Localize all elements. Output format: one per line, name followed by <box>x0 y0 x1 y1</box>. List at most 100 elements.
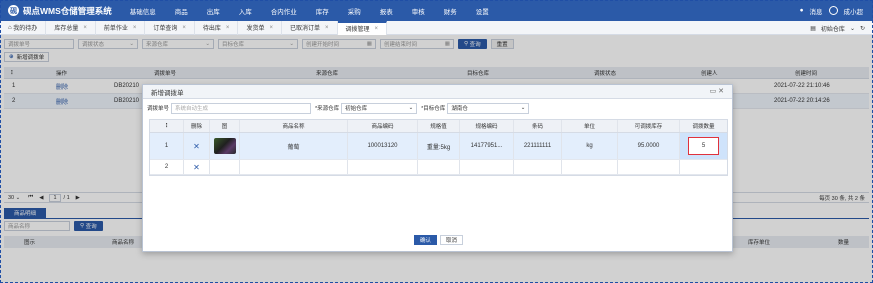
menu-item[interactable]: 合内作业 <box>271 6 297 16</box>
row-number: 1 <box>150 133 184 159</box>
product-name: 葡萄 <box>240 133 348 159</box>
close-icon[interactable]: × <box>226 25 230 31</box>
delete-row-button[interactable]: ✕ <box>184 133 210 159</box>
confirm-button[interactable]: 确认 <box>413 235 437 245</box>
product-code: 100013120 <box>348 133 418 159</box>
close-icon[interactable]: × <box>182 25 186 31</box>
spec-code: 14177951... <box>460 133 514 159</box>
empty-cell <box>562 160 618 174</box>
menu-item[interactable]: 库存 <box>316 6 329 16</box>
close-icon[interactable]: × <box>133 25 137 31</box>
menu-item[interactable]: 财务 <box>444 6 457 16</box>
menu-item[interactable]: 报表 <box>380 6 393 16</box>
dialog-form: 调拨单号 系统自动生成 *来源仓库 初始仓库 ⌄ *目标仓库 湖南仓 ⌄ <box>147 102 533 114</box>
tab-order-query[interactable]: 订单查询 × <box>145 20 195 35</box>
close-icon[interactable]: × <box>83 25 87 31</box>
page-tab-bar: ⌂ 我的待办 库存总量 × 前单作业 × 订单查询 × 待出库 × 发货单 × 已取消订单… <box>0 20 873 35</box>
empty-cell <box>418 160 460 174</box>
top-navigation-bar: 砚 砚点WMS仓储管理系统 基础信息 商品 出库 入库 合内作业 库存 采购 报… <box>0 0 873 21</box>
empty-cell <box>210 160 240 174</box>
column-header: 商品名称 <box>240 120 348 132</box>
tab-transfer-management[interactable]: 调拨管理 × <box>337 20 388 35</box>
tab-label: 我的待办 <box>13 26 38 32</box>
product-image-cell <box>210 133 240 159</box>
barcode: 221111111 <box>514 133 562 159</box>
empty-cell <box>240 160 348 174</box>
transfer-items-table: ⋮ 删除 图 商品名称 商品编码 规格值 规格编码 条码 单位 可调拨库存 调拨… <box>149 119 728 176</box>
selected-value: 初始仓库 <box>345 106 368 112</box>
menu-item[interactable]: 入库 <box>239 6 252 16</box>
message-link[interactable]: 消息 <box>810 6 823 16</box>
column-header: 商品编码 <box>348 120 418 132</box>
menu-item[interactable]: 基础信息 <box>130 6 156 16</box>
tab-pending-outbound[interactable]: 待出库 × <box>195 20 239 35</box>
target-warehouse-select[interactable]: 湖南仓 ⌄ <box>447 102 530 114</box>
column-header: 图 <box>210 120 240 132</box>
transfer-qty-cell[interactable]: 5 <box>680 133 727 159</box>
menu-item[interactable]: 商品 <box>175 6 188 16</box>
dialog-title: 新增调拨单 <box>151 89 184 97</box>
column-header: 规格值 <box>418 120 460 132</box>
close-icon[interactable]: × <box>325 25 329 31</box>
close-icon: ✕ <box>193 141 200 151</box>
app-logo[interactable]: 砚 砚点WMS仓储管理系统 <box>8 5 112 17</box>
tab-front-operations[interactable]: 前单作业 × <box>96 20 146 35</box>
source-warehouse-select[interactable]: 初始仓库 ⌄ <box>341 102 418 114</box>
menu-item[interactable]: 审核 <box>412 6 425 16</box>
logo-icon: 砚 <box>8 5 19 16</box>
warehouse-icon: ▤ <box>810 25 816 32</box>
delete-row-button[interactable]: ✕ <box>184 160 210 174</box>
empty-cell <box>618 160 680 174</box>
close-icon[interactable]: × <box>269 25 273 31</box>
refresh-icon[interactable]: ↻ <box>860 25 865 32</box>
column-menu-icon[interactable]: ⋮ <box>150 120 184 132</box>
transfer-qty-input[interactable]: 5 <box>688 137 719 155</box>
user-name[interactable]: 成小超 <box>844 6 864 16</box>
bell-icon[interactable]: ● <box>800 7 804 14</box>
user-icon[interactable] <box>828 6 838 15</box>
selected-value: 湖南仓 <box>451 106 468 112</box>
empty-cell <box>680 160 727 174</box>
cancel-button[interactable]: 取消 <box>440 235 464 245</box>
main-menu: 基础信息 商品 出库 入库 合内作业 库存 采购 报表 审核 财务 设置 <box>130 6 508 16</box>
transfer-no-field[interactable]: 系统自动生成 <box>171 102 312 114</box>
tab-label: 订单查询 <box>153 26 178 32</box>
close-icon: ✕ <box>193 162 200 172</box>
tab-cancelled-orders[interactable]: 已取消订单 × <box>282 20 338 35</box>
empty-cell <box>348 160 418 174</box>
empty-cell <box>460 160 514 174</box>
warehouse-switcher[interactable]: ▤ 初始仓库 ⌄ ↻ <box>805 21 865 35</box>
tab-my-todo[interactable]: ⌂ 我的待办 <box>0 20 47 35</box>
tab-label: 库存总量 <box>54 26 79 32</box>
column-header: 单位 <box>562 120 618 132</box>
spec-value: 重量:5kg <box>418 133 460 159</box>
tab-label: 前单作业 <box>103 26 128 32</box>
chevron-down-icon: ⌄ <box>849 25 855 32</box>
product-thumbnail <box>213 138 236 154</box>
target-warehouse-label: *目标仓库 <box>421 106 446 112</box>
current-warehouse: 初始仓库 <box>820 26 845 33</box>
close-icon[interactable]: × <box>375 26 379 32</box>
table-row[interactable]: 1 ✕ 葡萄 100013120 重量:5kg 14177951... 2211… <box>150 133 727 160</box>
dialog-window-controls[interactable]: ▭ ✕ <box>710 87 724 95</box>
column-header: 删除 <box>184 120 210 132</box>
menu-item[interactable]: 采购 <box>348 6 361 16</box>
column-header: 调拨数量 <box>692 124 715 130</box>
placeholder: 系统自动生成 <box>175 106 209 112</box>
dialog-footer: 确认 取消 <box>143 235 734 245</box>
column-header: 可调拨库存 <box>618 120 680 132</box>
new-transfer-dialog: 新增调拨单 ▭ ✕ 调拨单号 系统自动生成 *来源仓库 初始仓库 ⌄ *目标仓库 … <box>142 84 733 252</box>
tab-stock-total[interactable]: 库存总量 × <box>46 20 96 35</box>
empty-cell <box>514 160 562 174</box>
top-right-actions: ● 消息 成小超 <box>794 0 863 21</box>
tab-label: 调拨管理 <box>345 27 370 33</box>
row-number: 2 <box>150 160 184 174</box>
table-row[interactable]: 2 ✕ <box>150 160 727 175</box>
menu-item[interactable]: 出库 <box>207 6 220 16</box>
unit: kg <box>562 133 618 159</box>
tab-shipping[interactable]: 发货单 × <box>238 20 282 35</box>
available-stock: 95.0000 <box>618 133 680 159</box>
menu-item[interactable]: 设置 <box>476 6 489 16</box>
source-warehouse-label: *来源仓库 <box>315 106 340 112</box>
column-header: 条码 <box>514 120 562 132</box>
